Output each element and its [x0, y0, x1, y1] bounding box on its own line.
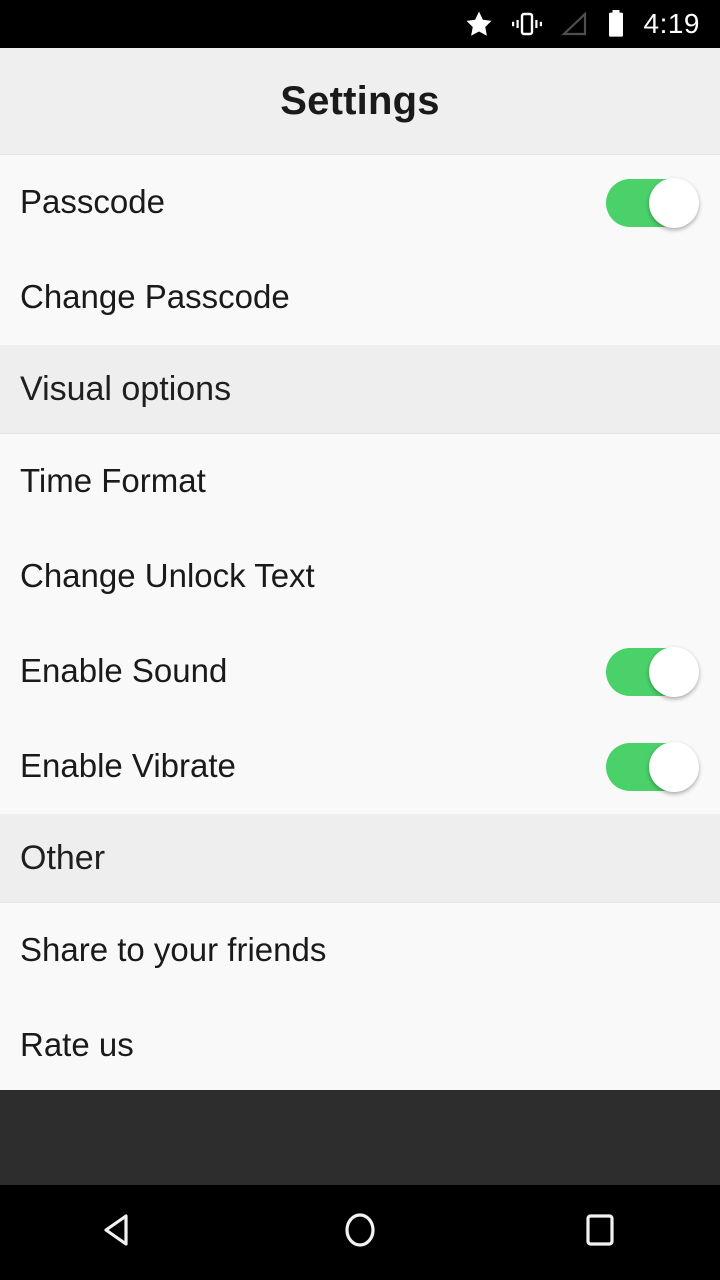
toggle-knob	[649, 177, 699, 228]
phone-screen: 4:19 Settings Passcode Change Passcode V…	[0, 0, 720, 1280]
status-time: 4:19	[643, 8, 700, 39]
vibrate-icon	[510, 8, 544, 40]
setting-row-passcode[interactable]: Passcode	[0, 155, 720, 250]
setting-row-time-format[interactable]: Time Format	[0, 434, 720, 529]
back-triangle-icon	[98, 1208, 142, 1257]
row-label: Rate us	[20, 1026, 134, 1064]
setting-row-change-passcode[interactable]: Change Passcode	[0, 250, 720, 345]
bottom-filler	[0, 1090, 720, 1185]
settings-list: Passcode Change Passcode Visual options …	[0, 155, 720, 1090]
enable-sound-toggle[interactable]	[606, 646, 699, 697]
section-header-visual-options: Visual options	[0, 345, 720, 434]
enable-vibrate-toggle[interactable]	[606, 741, 699, 792]
row-label: Change Passcode	[20, 278, 290, 316]
recents-square-icon	[578, 1208, 622, 1257]
section-header-other: Other	[0, 814, 720, 903]
back-button[interactable]	[0, 1185, 240, 1280]
section-label: Other	[20, 838, 106, 877]
row-label: Enable Vibrate	[20, 747, 236, 785]
row-label: Change Unlock Text	[20, 557, 315, 595]
page-title: Settings	[280, 78, 440, 123]
app-title-bar: Settings	[0, 48, 720, 155]
home-circle-icon	[338, 1208, 382, 1257]
row-label: Time Format	[20, 462, 206, 500]
home-button[interactable]	[240, 1185, 480, 1280]
setting-row-enable-vibrate[interactable]: Enable Vibrate	[0, 719, 720, 814]
toggle-knob	[649, 646, 699, 697]
setting-row-share-to-your-friends[interactable]: Share to your friends	[0, 903, 720, 998]
passcode-toggle[interactable]	[606, 177, 699, 228]
setting-row-rate-us[interactable]: Rate us	[0, 998, 720, 1090]
section-label: Visual options	[20, 369, 232, 408]
setting-row-change-unlock-text[interactable]: Change Unlock Text	[0, 529, 720, 624]
star-icon	[464, 8, 494, 40]
android-navigation-bar	[0, 1185, 720, 1280]
row-label: Passcode	[20, 183, 165, 221]
status-bar: 4:19	[0, 0, 720, 48]
battery-full-icon	[606, 8, 626, 40]
row-label: Enable Sound	[20, 652, 228, 690]
setting-row-enable-sound[interactable]: Enable Sound	[0, 624, 720, 719]
signal-no-service-icon	[560, 8, 590, 40]
toggle-knob	[649, 741, 699, 792]
recents-button[interactable]	[480, 1185, 720, 1280]
row-label: Share to your friends	[20, 931, 327, 969]
